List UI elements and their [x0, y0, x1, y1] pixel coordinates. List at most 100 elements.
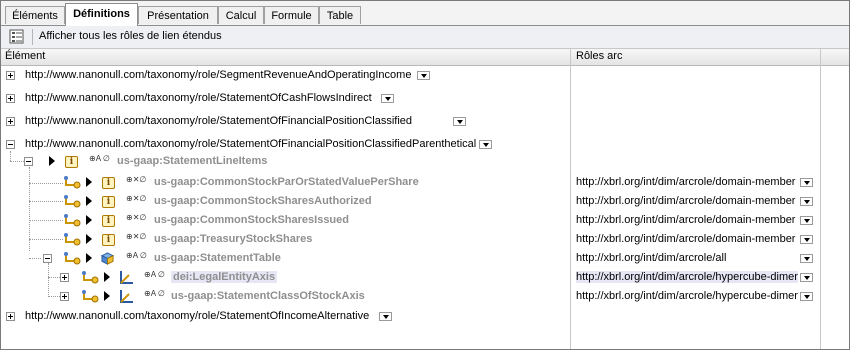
arcrole-value: http://xbrl.org/int/dim/arcrole/hypercub…	[576, 290, 798, 302]
node-flags: ⊕✕∅	[126, 194, 147, 203]
node-label: us-gaap:StatementClassOfStockAxis	[171, 290, 365, 302]
node-flags: ⊕A ∅	[89, 154, 110, 163]
node-menu-arrow-icon[interactable]	[86, 234, 92, 244]
node-menu-arrow-icon[interactable]	[86, 196, 92, 206]
tree-node-row[interactable]: ⊕A ∅ us-gaap:StatementClassOfStockAxis h…	[1, 288, 849, 306]
list-view-icon[interactable]	[9, 29, 25, 45]
arc-link-icon	[64, 214, 81, 227]
item-concept-icon: i	[65, 156, 78, 168]
tree-node-row[interactable]: i ⊕✕∅ us-gaap:CommonStockParOrStatedValu…	[1, 174, 849, 192]
expand-toggle[interactable]	[6, 117, 15, 126]
role-url: http://www.nanonull.com/taxonomy/role/St…	[25, 115, 413, 127]
arcrole-value: http://xbrl.org/int/dim/arcrole/hypercub…	[576, 271, 798, 283]
show-all-extended-link-roles-label[interactable]: Afficher tous les rôles de lien étendus	[39, 30, 222, 42]
role-dropdown-button[interactable]	[379, 312, 392, 321]
role-row[interactable]: http://www.nanonull.com/taxonomy/role/St…	[1, 90, 849, 108]
item-concept-icon: i	[102, 177, 115, 189]
node-flags: ⊕✕∅	[126, 232, 147, 241]
tree-node-row[interactable]: i ⊕✕∅ us-gaap:TreasuryStockShares http:/…	[1, 231, 849, 249]
expand-toggle[interactable]	[6, 71, 15, 80]
collapse-toggle[interactable]	[24, 157, 33, 166]
arcrole-dropdown-button[interactable]	[800, 292, 813, 301]
item-concept-icon: i	[102, 234, 115, 246]
node-menu-arrow-icon[interactable]	[104, 291, 110, 301]
role-dropdown-button[interactable]	[417, 71, 430, 80]
tab-calculation[interactable]: Calcul	[218, 6, 264, 24]
node-label-selected: dei:LegalEntityAxis	[171, 271, 278, 283]
toolbar: Afficher tous les rôles de lien étendus	[1, 26, 849, 49]
window: Éléments Définitions Présentation Calcul…	[0, 0, 850, 350]
tab-elements[interactable]: Éléments	[5, 6, 65, 24]
arc-link-icon	[64, 176, 81, 189]
arc-link-icon	[64, 233, 81, 246]
column-header: Élément Rôles arc	[1, 49, 849, 66]
role-dropdown-button[interactable]	[453, 117, 466, 126]
dimension-axis-icon	[120, 271, 133, 284]
arcrole-value: http://xbrl.org/int/dim/arcrole/domain-m…	[576, 214, 796, 226]
node-label: us-gaap:StatementLineItems	[117, 155, 268, 167]
arcrole-value: http://xbrl.org/int/dim/arcrole/domain-m…	[576, 233, 796, 245]
role-url: http://www.nanonull.com/taxonomy/role/Se…	[25, 69, 412, 81]
role-dropdown-button[interactable]	[479, 140, 492, 149]
node-menu-arrow-icon[interactable]	[86, 177, 92, 187]
node-label: us-gaap:CommonStockSharesIssued	[154, 214, 349, 226]
toolbar-separator	[32, 29, 33, 45]
arcrole-dropdown-button[interactable]	[800, 254, 813, 263]
expand-toggle[interactable]	[60, 292, 69, 301]
expand-toggle[interactable]	[6, 312, 15, 321]
arcrole-value: http://xbrl.org/int/dim/arcrole/domain-m…	[576, 176, 796, 188]
collapse-toggle[interactable]	[43, 254, 52, 263]
role-row[interactable]: http://www.nanonull.com/taxonomy/role/St…	[1, 113, 849, 131]
node-menu-arrow-icon[interactable]	[86, 253, 92, 263]
tree-node-row[interactable]: ⊕A ∅ us-gaap:StatementTable http://xbrl.…	[1, 250, 849, 268]
node-label: us-gaap:TreasuryStockShares	[154, 233, 313, 245]
node-flags: ⊕A ∅	[144, 289, 165, 298]
node-label: us-gaap:CommonStockSharesAuthorized	[154, 195, 372, 207]
item-concept-icon: i	[102, 196, 115, 208]
role-row[interactable]: http://www.nanonull.com/taxonomy/role/St…	[1, 136, 849, 154]
dimension-axis-icon	[120, 290, 133, 303]
arcrole-value: http://xbrl.org/int/dim/arcrole/all	[576, 252, 727, 264]
role-url: http://www.nanonull.com/taxonomy/role/St…	[25, 138, 477, 150]
node-flags: ⊕✕∅	[126, 213, 147, 222]
item-concept-icon: i	[102, 215, 115, 227]
expand-toggle[interactable]	[6, 94, 15, 103]
tree-node-row[interactable]: i ⊕✕∅ us-gaap:CommonStockSharesAuthorize…	[1, 193, 849, 211]
role-row[interactable]: http://www.nanonull.com/taxonomy/role/Se…	[1, 67, 849, 85]
column-roles-header[interactable]: Rôles arc	[576, 50, 622, 62]
tab-definitions[interactable]: Définitions	[65, 3, 138, 26]
tab-bar: Éléments Définitions Présentation Calcul…	[1, 1, 849, 26]
arcrole-dropdown-button[interactable]	[800, 197, 813, 206]
arcrole-dropdown-button[interactable]	[800, 178, 813, 187]
expand-toggle[interactable]	[60, 273, 69, 282]
role-url: http://www.nanonull.com/taxonomy/role/St…	[25, 310, 370, 322]
tab-presentation[interactable]: Présentation	[138, 6, 218, 24]
tree-node-row[interactable]: i ⊕✕∅ us-gaap:CommonStockSharesIssued ht…	[1, 212, 849, 230]
arcrole-dropdown-button[interactable]	[800, 273, 813, 282]
arcrole-dropdown-button[interactable]	[800, 235, 813, 244]
tab-formula[interactable]: Formule	[264, 6, 319, 24]
arcrole-dropdown-button[interactable]	[800, 216, 813, 225]
node-flags: ⊕✕∅	[126, 175, 147, 184]
tree-node-row[interactable]: ⊕A ∅ dei:LegalEntityAxis http://xbrl.org…	[1, 269, 849, 287]
arcrole-value: http://xbrl.org/int/dim/arcrole/domain-m…	[576, 195, 796, 207]
node-label: us-gaap:CommonStockParOrStatedValuePerSh…	[154, 176, 419, 188]
arc-link-icon	[64, 195, 81, 208]
role-dropdown-button[interactable]	[381, 94, 394, 103]
hypercube-icon	[101, 252, 114, 265]
node-menu-arrow-icon[interactable]	[86, 215, 92, 225]
node-flags: ⊕A ∅	[126, 251, 147, 260]
role-row[interactable]: http://www.nanonull.com/taxonomy/role/St…	[1, 308, 849, 326]
tab-table[interactable]: Table	[319, 6, 361, 24]
collapse-toggle[interactable]	[6, 140, 15, 149]
node-menu-arrow-icon[interactable]	[49, 156, 55, 166]
node-flags: ⊕A ∅	[144, 270, 165, 279]
column-element-header[interactable]: Élément	[5, 50, 45, 62]
role-url: http://www.nanonull.com/taxonomy/role/St…	[25, 92, 372, 104]
arc-link-icon	[64, 252, 81, 265]
arc-link-icon	[82, 290, 99, 303]
node-label: us-gaap:StatementTable	[154, 252, 281, 264]
node-menu-arrow-icon[interactable]	[104, 272, 110, 282]
arc-link-icon	[82, 271, 99, 284]
tree-node-row[interactable]: i ⊕A ∅ us-gaap:StatementLineItems	[1, 153, 849, 171]
